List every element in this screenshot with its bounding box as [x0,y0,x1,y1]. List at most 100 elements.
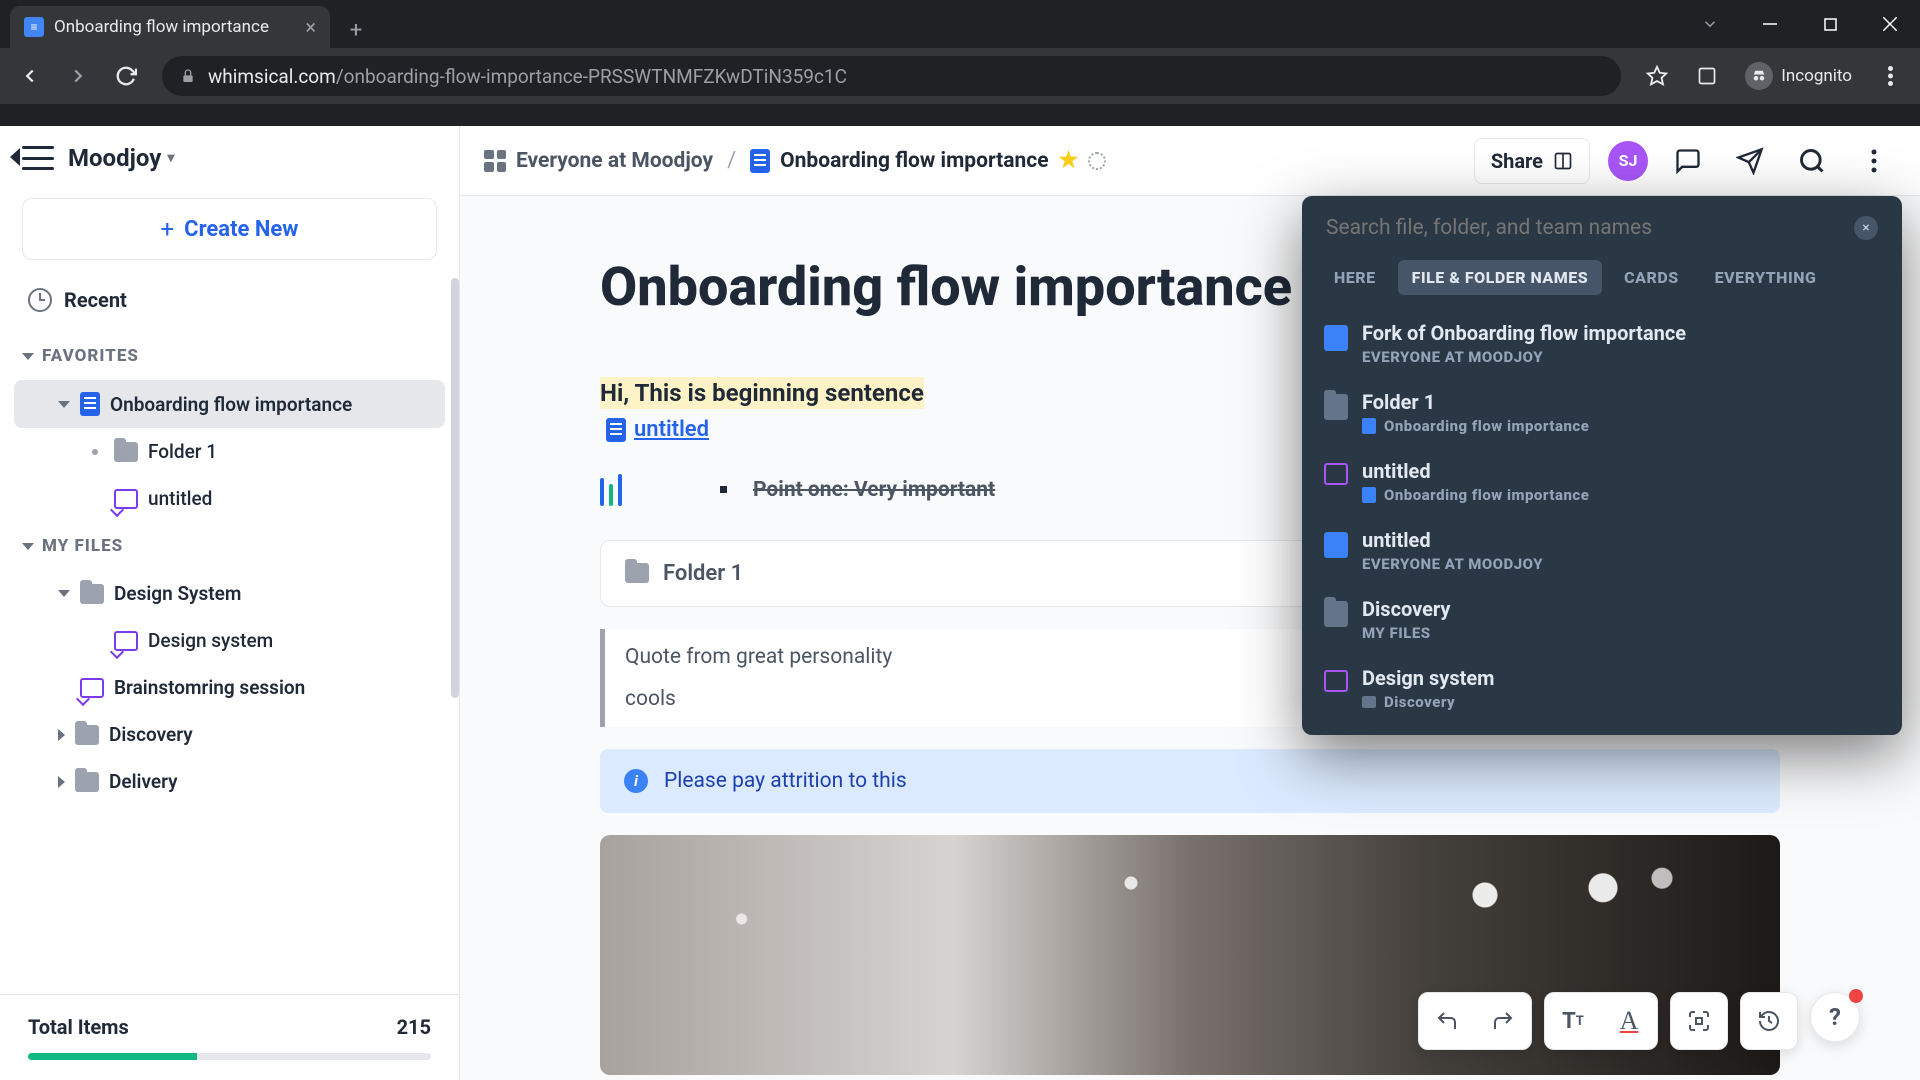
text-size-button[interactable]: TT [1545,993,1601,1049]
send-icon[interactable] [1728,139,1772,183]
search-result[interactable]: untitled Onboarding flow importance [1302,447,1902,516]
search-result[interactable]: Design system Discovery [1302,654,1902,723]
extensions-icon[interactable] [1687,56,1727,96]
myfiles-section[interactable]: MY FILES [0,522,459,570]
sidebar-item-untitled[interactable]: untitled [14,475,445,522]
filter-here[interactable]: HERE [1320,260,1390,295]
window-maximize[interactable] [1800,0,1860,48]
doc-icon [1362,418,1376,434]
lock-icon [180,68,196,84]
caret-down-icon [22,543,34,550]
workspace-switcher[interactable]: Moodjoy ▾ [68,144,174,172]
redo-button[interactable] [1475,993,1531,1049]
focus-button[interactable] [1671,993,1727,1049]
browser-menu-icon[interactable] [1870,56,1910,96]
linked-doc-label: untitled [634,417,709,442]
search-input[interactable] [1326,216,1854,240]
close-icon[interactable]: × [1854,216,1878,240]
comments-icon[interactable] [1666,139,1710,183]
share-icon [1553,151,1573,171]
sidebar-item-delivery[interactable]: Delivery [14,758,445,805]
folder-icon [80,584,104,604]
url-domain: whimsical.com [208,65,336,88]
breadcrumb-workspace[interactable]: Everyone at Moodjoy [484,149,713,173]
folder-icon [1324,394,1348,420]
search-result[interactable]: Discovery MY FILES [1302,585,1902,654]
sidebar-item-folder1[interactable]: Folder 1 [14,428,445,475]
chevron-down-icon[interactable] [1680,0,1740,48]
sidebar: Moodjoy ▾ + Create New Recent FAVORITES … [0,126,460,1080]
sidebar-item-label: Discovery [109,723,193,746]
sidebar-footer: Total Items 215 [0,994,459,1080]
incognito-icon [1745,62,1773,90]
total-items-count: 215 [397,1015,431,1039]
doc-icon [80,392,100,416]
avatar-initials: SJ [1619,151,1638,170]
avatar[interactable]: SJ [1608,141,1648,181]
sidebar-item-brainstorming[interactable]: Brainstomring session [14,664,445,711]
undo-button[interactable] [1419,993,1475,1049]
breadcrumb-separator: / [727,148,736,173]
caret-down-icon [58,401,70,408]
tab-title: Onboarding flow importance [54,17,269,37]
folder-label: Folder 1 [663,561,743,586]
doc-icon [1324,325,1348,351]
close-tab-icon[interactable]: × [305,15,316,39]
filter-cards[interactable]: CARDS [1610,260,1692,295]
text-style-button[interactable]: A [1601,993,1657,1049]
search-result[interactable]: Fork of Onboarding flow importance EVERY… [1302,309,1902,378]
strikethrough-text: Point one: Very important [753,478,995,502]
filter-everything[interactable]: EVERYTHING [1701,260,1831,295]
breadcrumb-doc[interactable]: Onboarding flow importance ★ [750,148,1106,173]
new-tab-button[interactable]: + [338,12,374,48]
sidebar-item-design-system-board[interactable]: Design system [14,617,445,664]
folder-icon [1362,696,1376,708]
folder-icon [625,563,649,583]
board-icon [80,678,104,698]
share-button[interactable]: Share [1474,138,1590,184]
browser-tab[interactable]: ≡ Onboarding flow importance × [10,6,330,48]
sidebar-item-discovery[interactable]: Discovery [14,711,445,758]
info-callout[interactable]: i Please pay attrition to this [600,749,1780,813]
address-bar[interactable]: whimsical.com/onboarding-flow-importance… [162,56,1621,96]
more-icon[interactable] [1852,139,1896,183]
doc-icon [1324,532,1348,558]
browser-chrome: ≡ Onboarding flow importance × + whimsic… [0,0,1920,126]
window-close[interactable] [1860,0,1920,48]
filter-file-folder[interactable]: FILE & FOLDER NAMES [1398,260,1603,295]
history-button[interactable] [1741,993,1797,1049]
result-title: Folder 1 [1362,390,1589,414]
sidebar-item-label: untitled [148,487,212,510]
sidebar-item-design-system[interactable]: Design System [14,570,445,617]
sidebar-item-onboarding[interactable]: Onboarding flow importance [14,380,445,428]
search-result[interactable]: untitled EVERYONE AT MOODJOY [1302,516,1902,585]
window-minimize[interactable] [1740,0,1800,48]
sidebar-item-label: Brainstomring session [114,676,305,699]
doc-icon [750,149,770,173]
usage-progress [28,1053,431,1060]
search-result[interactable]: Folder 1 Onboarding flow importance [1302,378,1902,447]
highlighted-text[interactable]: Hi, This is beginning sentence [600,377,924,409]
result-sub: Onboarding flow importance [1362,417,1589,435]
favorites-section[interactable]: FAVORITES [0,332,459,380]
clock-icon [28,288,52,312]
search-icon[interactable] [1790,139,1834,183]
help-button[interactable]: ? [1810,992,1860,1042]
linked-doc[interactable]: untitled [606,417,709,442]
forward-button[interactable] [58,56,98,96]
myfiles-label: MY FILES [42,536,123,556]
star-icon[interactable]: ★ [1059,148,1079,173]
result-sub: EVERYONE AT MOODJOY [1362,555,1543,573]
search-panel: × HERE FILE & FOLDER NAMES CARDS EVERYTH… [1302,196,1902,735]
sidebar-item-label: Delivery [109,770,178,793]
create-new-button[interactable]: + Create New [22,198,437,260]
back-button[interactable] [10,56,50,96]
topbar: Everyone at Moodjoy / Onboarding flow im… [460,126,1920,196]
star-icon[interactable] [1637,56,1677,96]
reload-button[interactable] [106,56,146,96]
result-sub: Discovery [1362,693,1494,711]
recent-link[interactable]: Recent [0,278,459,332]
collapse-sidebar-button[interactable] [22,146,54,170]
info-text: Please pay attrition to this [664,769,907,793]
incognito-badge[interactable]: Incognito [1737,62,1860,90]
